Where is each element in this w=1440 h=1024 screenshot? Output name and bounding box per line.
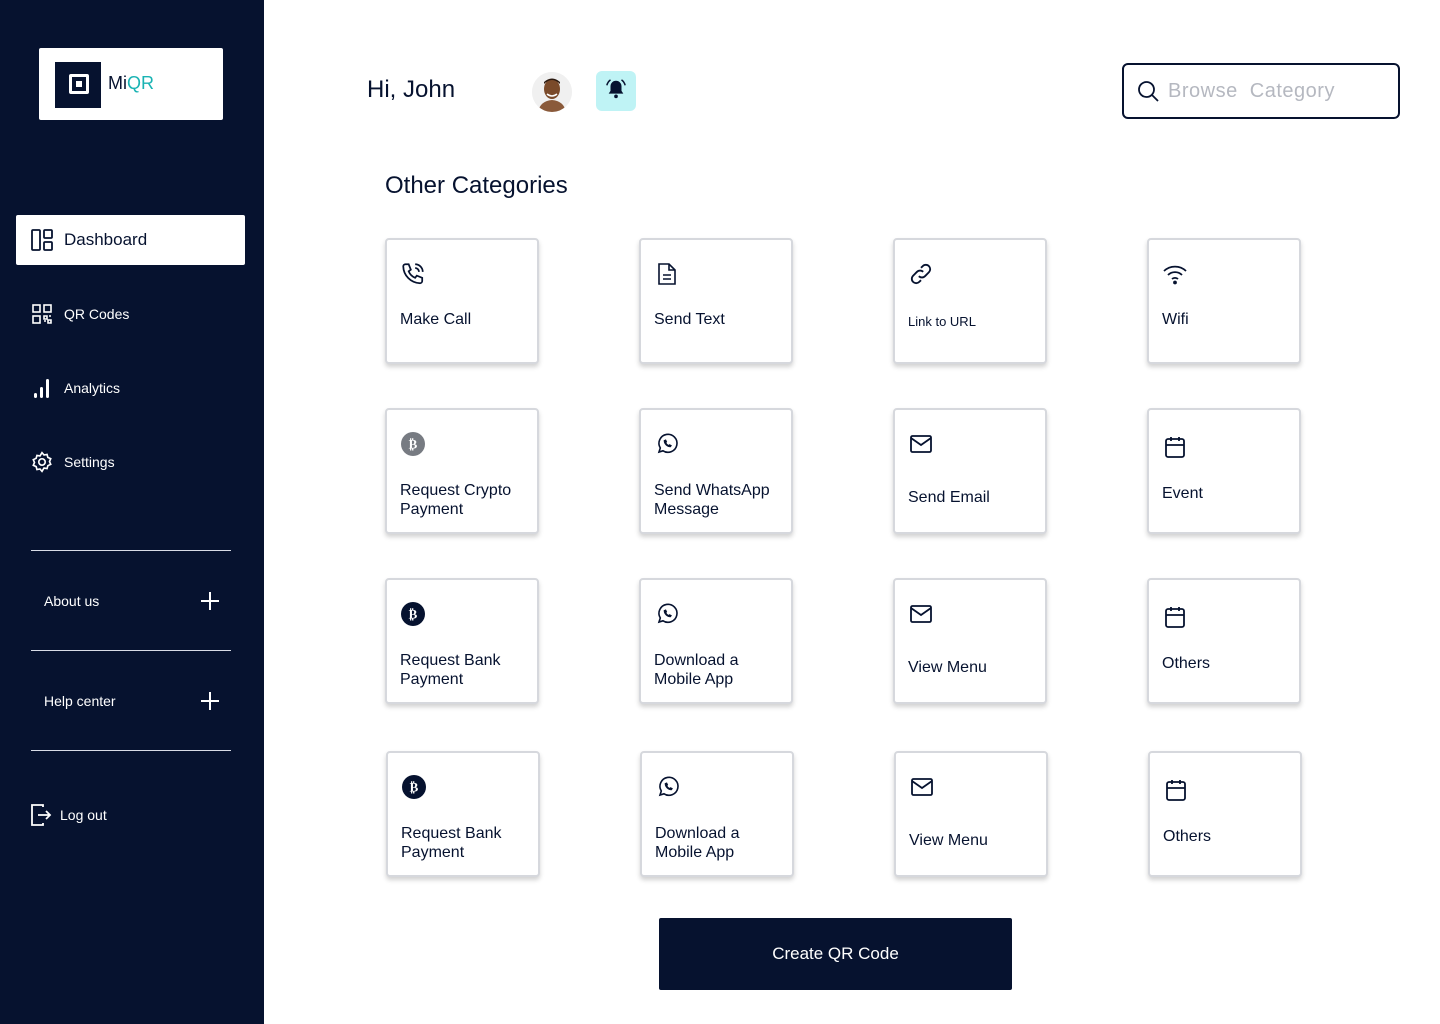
svg-text:₿: ₿ bbox=[409, 438, 418, 453]
create-qr-code-button[interactable]: Create QR Code bbox=[659, 918, 1012, 990]
mail-icon bbox=[908, 601, 934, 627]
card-label: Link to URL bbox=[908, 314, 976, 329]
category-card-send-text[interactable]: Send Text bbox=[639, 238, 793, 364]
sidebar-item-qr-codes[interactable]: QR Codes bbox=[16, 289, 245, 339]
bitcoin-icon: ₿ bbox=[401, 774, 427, 800]
category-card-download-mobile-app[interactable]: Download a Mobile App bbox=[640, 751, 794, 877]
sidebar-divider bbox=[31, 750, 231, 751]
bitcoin-icon: ₿ bbox=[400, 601, 426, 627]
category-card-request-bank-payment[interactable]: ₿ Request Bank Payment bbox=[386, 751, 540, 877]
category-card-make-call[interactable]: Make Call bbox=[385, 238, 539, 364]
document-icon bbox=[654, 261, 680, 287]
whatsapp-icon bbox=[654, 431, 680, 457]
dashboard-icon bbox=[28, 226, 56, 254]
search-box[interactable] bbox=[1122, 63, 1400, 119]
category-card-event[interactable]: Event bbox=[1147, 408, 1301, 534]
calendar-icon bbox=[1163, 777, 1189, 803]
calendar-icon bbox=[1162, 604, 1188, 630]
sidebar-item-label: Settings bbox=[64, 454, 115, 470]
mail-icon bbox=[908, 431, 934, 457]
category-card-wifi[interactable]: Wifi bbox=[1147, 238, 1301, 364]
search-icon bbox=[1136, 79, 1160, 103]
logo[interactable]: MiQR bbox=[39, 48, 223, 120]
calendar-icon bbox=[1162, 434, 1188, 460]
plus-icon[interactable] bbox=[200, 591, 220, 611]
logout-button[interactable]: Log out bbox=[30, 803, 107, 827]
phone-icon bbox=[400, 261, 426, 287]
sidebar-item-label: Analytics bbox=[64, 380, 121, 396]
accordion-help-center[interactable]: Help center bbox=[44, 686, 220, 716]
category-card-others[interactable]: Others bbox=[1147, 578, 1301, 704]
category-card-send-email[interactable]: Send Email bbox=[893, 408, 1047, 534]
logout-label: Log out bbox=[60, 807, 107, 823]
card-label: Send Email bbox=[908, 489, 990, 506]
bell-icon bbox=[605, 78, 627, 104]
gear-icon bbox=[28, 448, 56, 476]
card-label: Event bbox=[1162, 485, 1203, 502]
sidebar-item-analytics[interactable]: Analytics bbox=[16, 363, 245, 413]
card-label: Request Crypto Payment bbox=[400, 482, 512, 518]
card-label: Download a Mobile App bbox=[654, 652, 739, 688]
section-title: Other Categories bbox=[385, 172, 568, 199]
category-card-download-mobile-app[interactable]: Download a Mobile App bbox=[639, 578, 793, 704]
wifi-icon bbox=[1162, 261, 1188, 287]
plus-icon[interactable] bbox=[200, 691, 220, 711]
svg-text:₿: ₿ bbox=[410, 781, 419, 796]
logo-mark-icon bbox=[55, 62, 101, 108]
category-card-view-menu[interactable]: View Menu bbox=[893, 578, 1047, 704]
card-label: View Menu bbox=[908, 659, 987, 676]
mail-icon bbox=[909, 774, 935, 800]
sidebar-divider bbox=[31, 550, 231, 551]
sidebar-item-dashboard[interactable]: Dashboard bbox=[16, 215, 245, 265]
card-label: Request Bank Payment bbox=[401, 825, 502, 861]
category-card-view-menu[interactable]: View Menu bbox=[894, 751, 1048, 877]
sidebar-item-settings[interactable]: Settings bbox=[16, 437, 245, 487]
accordion-label: Help center bbox=[44, 693, 116, 709]
whatsapp-icon bbox=[654, 601, 680, 627]
search-input[interactable] bbox=[1168, 79, 1388, 103]
category-card-request-bank-payment[interactable]: ₿ Request Bank Payment bbox=[385, 578, 539, 704]
svg-text:₿: ₿ bbox=[409, 608, 418, 623]
bar-chart-icon bbox=[28, 374, 56, 402]
card-label: Make Call bbox=[400, 311, 472, 328]
greeting: Hi, John bbox=[367, 76, 456, 103]
card-label: Send Text bbox=[654, 311, 725, 328]
sidebar-divider bbox=[31, 650, 231, 651]
qr-code-icon bbox=[28, 300, 56, 328]
card-label: Wifi bbox=[1162, 311, 1189, 328]
card-label: Others bbox=[1162, 655, 1211, 672]
card-label: Request Bank Payment bbox=[400, 652, 501, 688]
category-card-send-whatsapp-message[interactable]: Send WhatsApp Message bbox=[639, 408, 793, 534]
bitcoin-icon: ₿ bbox=[400, 431, 426, 457]
category-card-link-to-url[interactable]: Link to URL bbox=[893, 238, 1047, 364]
sidebar-item-label: Dashboard bbox=[64, 230, 148, 249]
category-card-request-crypto-payment[interactable]: ₿ Request Crypto Payment bbox=[385, 408, 539, 534]
sidebar: MiQR Dashboard QR Codes Analytics Settin… bbox=[0, 0, 264, 1024]
notification-button[interactable] bbox=[596, 71, 636, 111]
category-card-others[interactable]: Others bbox=[1148, 751, 1302, 877]
accordion-label: About us bbox=[44, 593, 100, 609]
card-label: View Menu bbox=[909, 832, 988, 849]
card-label: Send WhatsApp Message bbox=[654, 482, 770, 518]
card-label: Others bbox=[1163, 828, 1212, 845]
avatar[interactable] bbox=[532, 72, 572, 112]
whatsapp-icon bbox=[655, 774, 681, 800]
card-label: Download a Mobile App bbox=[655, 825, 740, 861]
sidebar-item-label: QR Codes bbox=[64, 306, 130, 322]
accordion-about-us[interactable]: About us bbox=[44, 586, 220, 616]
logo-text: MiQR bbox=[108, 73, 154, 93]
logout-icon bbox=[30, 803, 52, 827]
link-icon bbox=[908, 261, 934, 287]
